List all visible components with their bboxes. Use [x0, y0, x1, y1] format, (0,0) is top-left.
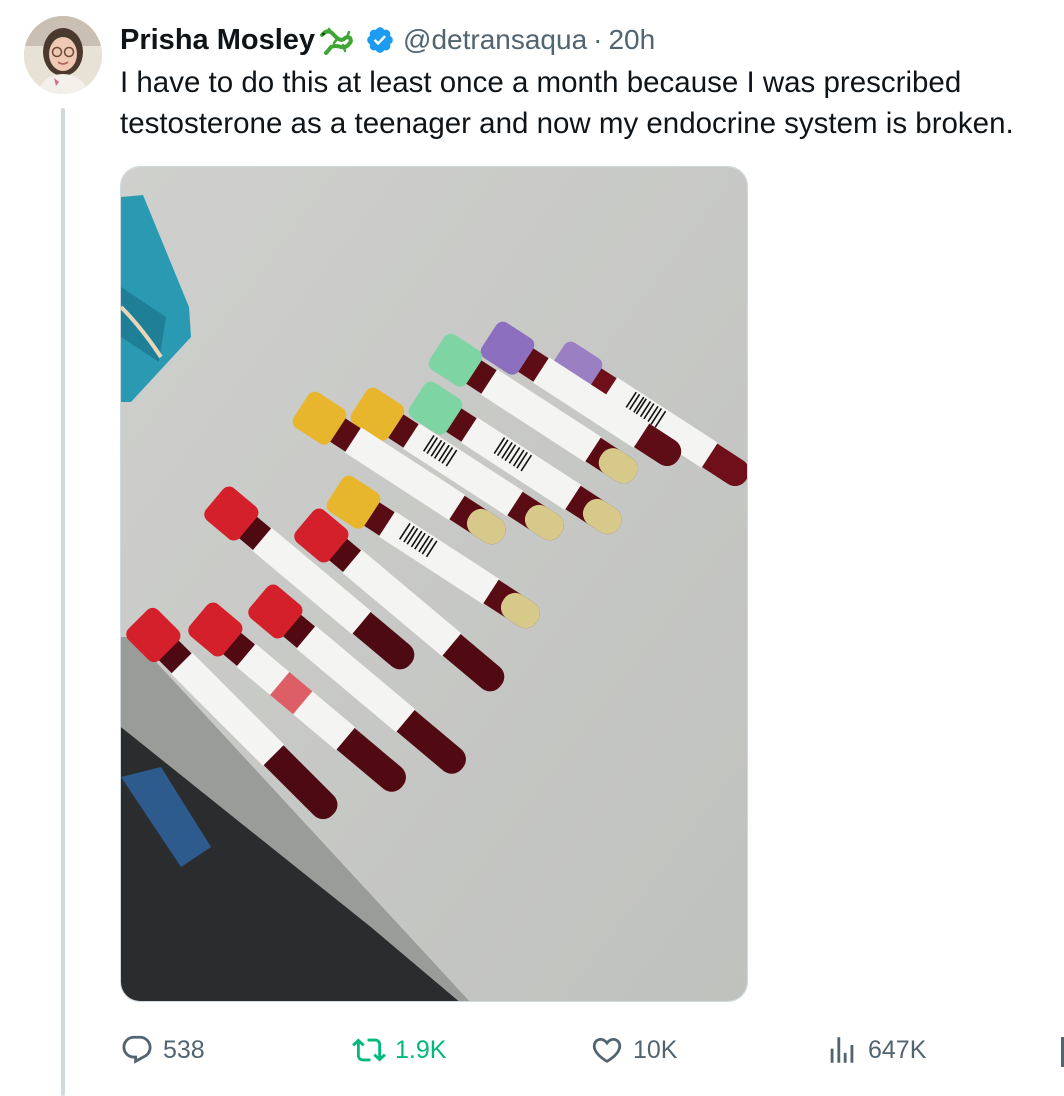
- reply-icon: [122, 1035, 152, 1064]
- timestamp[interactable]: 20h: [608, 24, 655, 56]
- author-handle[interactable]: @detransaqua: [403, 24, 587, 56]
- avatar-image: [24, 16, 102, 94]
- thread-connector-line: [61, 108, 65, 1096]
- tweet-actions-bar: 538 1.9K 10K 647K: [120, 1028, 1064, 1072]
- author-name[interactable]: Prisha Mosley: [120, 24, 315, 57]
- reply-button[interactable]: 538: [120, 1028, 205, 1072]
- like-count: 10K: [633, 1035, 678, 1064]
- separator-dot: ·: [593, 24, 603, 55]
- retweet-icon: [352, 1038, 386, 1062]
- heart-icon: [592, 1037, 622, 1063]
- verified-badge-icon[interactable]: [365, 25, 395, 55]
- like-button[interactable]: 10K: [590, 1028, 677, 1072]
- analytics-icon: [830, 1037, 854, 1063]
- retweet-count: 1.9K: [395, 1035, 447, 1064]
- blood-tubes-photo: [121, 167, 747, 1001]
- lizard-icon: [319, 25, 355, 55]
- retweet-button[interactable]: 1.9K: [352, 1028, 446, 1072]
- views-button[interactable]: 647K: [825, 1028, 926, 1072]
- tweet-photo[interactable]: [120, 166, 748, 1002]
- reply-count: 538: [163, 1035, 205, 1064]
- avatar[interactable]: [24, 16, 102, 94]
- views-count: 647K: [868, 1035, 927, 1064]
- tweet-header: Prisha Mosley @detransaqua · 20h: [120, 20, 655, 60]
- tweet-text: I have to do this at least once a month …: [120, 66, 1014, 140]
